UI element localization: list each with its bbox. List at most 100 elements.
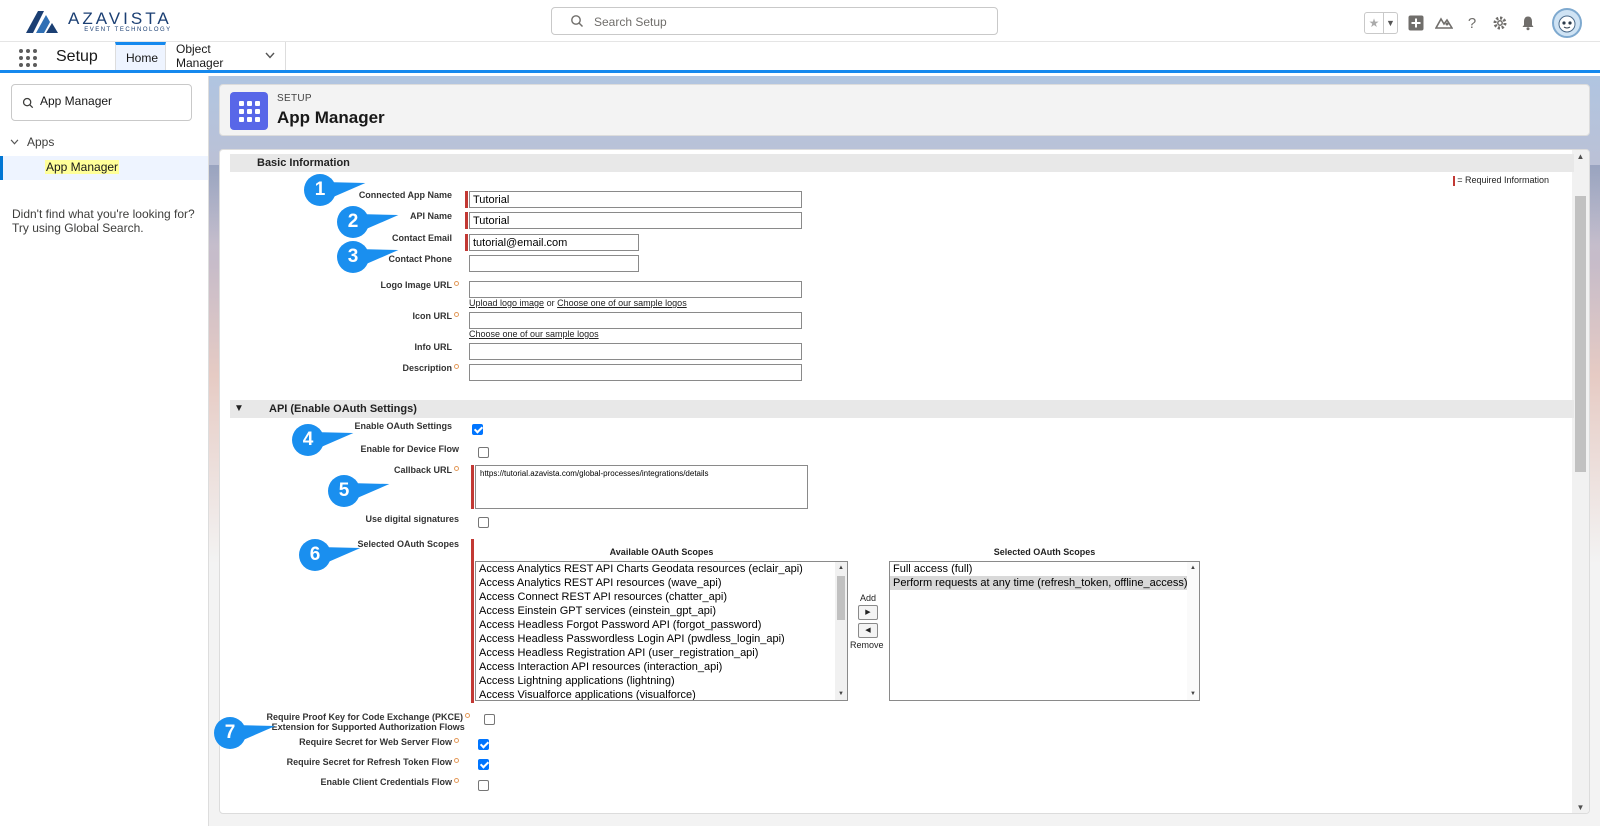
- chevron-down-icon[interactable]: [265, 51, 275, 62]
- list-item[interactable]: Access Headless Forgot Password API (for…: [476, 618, 847, 632]
- icon-url-input[interactable]: [469, 312, 802, 329]
- list-item[interactable]: Access Analytics REST API resources (wav…: [476, 576, 847, 590]
- trailhead-icon[interactable]: [1434, 13, 1454, 33]
- scroll-down-icon[interactable]: ▼: [1187, 688, 1199, 700]
- scroll-up-icon[interactable]: ▲: [1572, 150, 1589, 164]
- info-icon[interactable]: [454, 758, 459, 763]
- favorites-group[interactable]: ★ ▼: [1364, 12, 1398, 34]
- brand-logo[interactable]: AZAVISTA EVENT TECHNOLOGY: [26, 9, 172, 35]
- contact-email-label: Contact Email: [391, 233, 452, 243]
- api-name-input[interactable]: [469, 212, 802, 229]
- sidebar-item-app-manager[interactable]: App Manager: [0, 156, 208, 180]
- bell-icon[interactable]: [1518, 13, 1538, 33]
- add-icon[interactable]: [1406, 13, 1426, 33]
- info-icon[interactable]: [454, 281, 459, 286]
- scroll-up-icon[interactable]: ▲: [835, 562, 847, 574]
- info-icon[interactable]: [454, 738, 459, 743]
- list-item[interactable]: Access Headless Passwordless Login API (…: [476, 632, 847, 646]
- user-avatar[interactable]: [1552, 8, 1582, 38]
- available-scopes-scrollbar[interactable]: ▲ ▼: [835, 562, 847, 700]
- global-search[interactable]: [551, 7, 998, 35]
- list-item[interactable]: Access Interaction API resources (intera…: [476, 660, 847, 674]
- section-basic-information: Basic Information: [230, 154, 1574, 172]
- list-item[interactable]: Access Lightning applications (lightning…: [476, 674, 847, 688]
- device-flow-label: Enable for Device Flow: [360, 444, 459, 454]
- list-item[interactable]: Access Einstein GPT services (einstein_g…: [476, 604, 847, 618]
- gear-icon[interactable]: [1490, 13, 1510, 33]
- callback-url-value: https://tutorial.azavista.com/global-pro…: [480, 469, 709, 478]
- star-icon[interactable]: ★: [1365, 13, 1383, 33]
- required-legend-text: = Required Information: [1457, 175, 1549, 185]
- app-launcher-icon[interactable]: [19, 49, 37, 67]
- logo-image-url-label: Logo Image URL: [381, 280, 459, 290]
- info-icon[interactable]: [454, 312, 459, 317]
- app-grid-icon: [230, 92, 268, 130]
- selected-scopes-list[interactable]: Full access (full) Perform requests at a…: [889, 561, 1200, 701]
- collapse-triangle-icon[interactable]: ▼: [234, 400, 244, 418]
- list-item[interactable]: Access Headless Registration API (user_r…: [476, 646, 847, 660]
- info-url-label: Info URL: [414, 342, 453, 352]
- enable-oauth-checkbox[interactable]: [472, 424, 483, 435]
- info-icon[interactable]: [454, 466, 459, 471]
- secret-web-checkbox[interactable]: [478, 739, 489, 750]
- page-title: App Manager: [277, 108, 385, 127]
- client-credentials-label-text: Enable Client Credentials Flow: [320, 777, 452, 787]
- client-credentials-checkbox[interactable]: [478, 780, 489, 791]
- page-header: SETUP App Manager: [219, 84, 1590, 136]
- section-api-oauth[interactable]: ▼ API (Enable OAuth Settings): [230, 400, 1574, 418]
- remove-scope-button[interactable]: ◀: [858, 623, 878, 638]
- description-label: Description: [402, 363, 459, 373]
- upload-logo-link[interactable]: Upload logo image: [469, 298, 544, 308]
- tree-group-apps[interactable]: Apps: [10, 135, 54, 149]
- info-icon[interactable]: [454, 364, 459, 369]
- required-legend: = Required Information: [1453, 175, 1549, 186]
- chevron-down-icon[interactable]: [10, 137, 19, 147]
- scroll-thumb[interactable]: [837, 576, 845, 620]
- list-item[interactable]: Perform requests at any time (refresh_to…: [890, 576, 1199, 590]
- contact-phone-input[interactable]: [469, 255, 639, 272]
- pkce-label-line2: Extension for Supported Authorization Fl…: [271, 722, 465, 732]
- quick-find[interactable]: [11, 84, 192, 121]
- scroll-down-icon[interactable]: ▼: [835, 688, 847, 700]
- search-input[interactable]: [594, 12, 974, 32]
- list-item[interactable]: Access Connect REST API resources (chatt…: [476, 590, 847, 604]
- available-scopes-list[interactable]: Access Analytics REST API Charts Geodata…: [475, 561, 848, 701]
- required-indicator: [465, 212, 468, 229]
- quick-find-input[interactable]: [40, 94, 185, 108]
- scroll-down-icon[interactable]: ▼: [1572, 801, 1589, 813]
- tab-home[interactable]: Home: [115, 42, 166, 70]
- tab-object-manager[interactable]: Object Manager: [166, 42, 286, 70]
- scroll-thumb[interactable]: [1575, 196, 1586, 472]
- list-item[interactable]: Full access (full): [890, 562, 1199, 576]
- list-item[interactable]: Access Visualforce applications (visualf…: [476, 688, 847, 700]
- azavista-logo-icon: [26, 11, 60, 33]
- chevron-down-icon[interactable]: ▼: [1383, 13, 1397, 33]
- device-flow-checkbox[interactable]: [478, 447, 489, 458]
- pkce-checkbox[interactable]: [484, 714, 495, 725]
- callout-4: 4: [292, 424, 324, 456]
- logo-links-or: or: [546, 298, 555, 308]
- digital-signatures-checkbox[interactable]: [478, 517, 489, 528]
- info-icon[interactable]: [454, 778, 459, 783]
- info-url-input[interactable]: [469, 343, 802, 360]
- sample-logos-link[interactable]: Choose one of our sample logos: [557, 298, 687, 308]
- secret-refresh-checkbox[interactable]: [478, 759, 489, 770]
- add-scope-button[interactable]: ▶: [858, 605, 878, 620]
- list-item[interactable]: Access Analytics REST API Charts Geodata…: [476, 562, 847, 576]
- sample-icons-link[interactable]: Choose one of our sample logos: [469, 329, 599, 339]
- selected-scopes-scrollbar[interactable]: ▲ ▼: [1187, 562, 1199, 700]
- contact-email-input[interactable]: [469, 234, 639, 251]
- connected-app-name-input[interactable]: [469, 191, 802, 208]
- logo-image-url-input[interactable]: [469, 281, 802, 298]
- callout-3: 3: [337, 241, 369, 273]
- scroll-up-icon[interactable]: ▲: [1187, 562, 1199, 574]
- page-scrollbar[interactable]: ▲ ▼: [1572, 150, 1589, 813]
- secret-refresh-label-text: Require Secret for Refresh Token Flow: [286, 757, 452, 767]
- callback-url-textarea[interactable]: https://tutorial.azavista.com/global-pro…: [475, 465, 808, 509]
- description-input[interactable]: [469, 364, 802, 381]
- required-indicator: [471, 465, 474, 509]
- setup-sidebar: Apps App Manager Didn't find what you're…: [0, 76, 209, 826]
- help-icon[interactable]: ?: [1462, 13, 1482, 33]
- info-icon[interactable]: [465, 713, 470, 718]
- pkce-label-line1: Require Proof Key for Code Exchange (PKC…: [266, 712, 463, 722]
